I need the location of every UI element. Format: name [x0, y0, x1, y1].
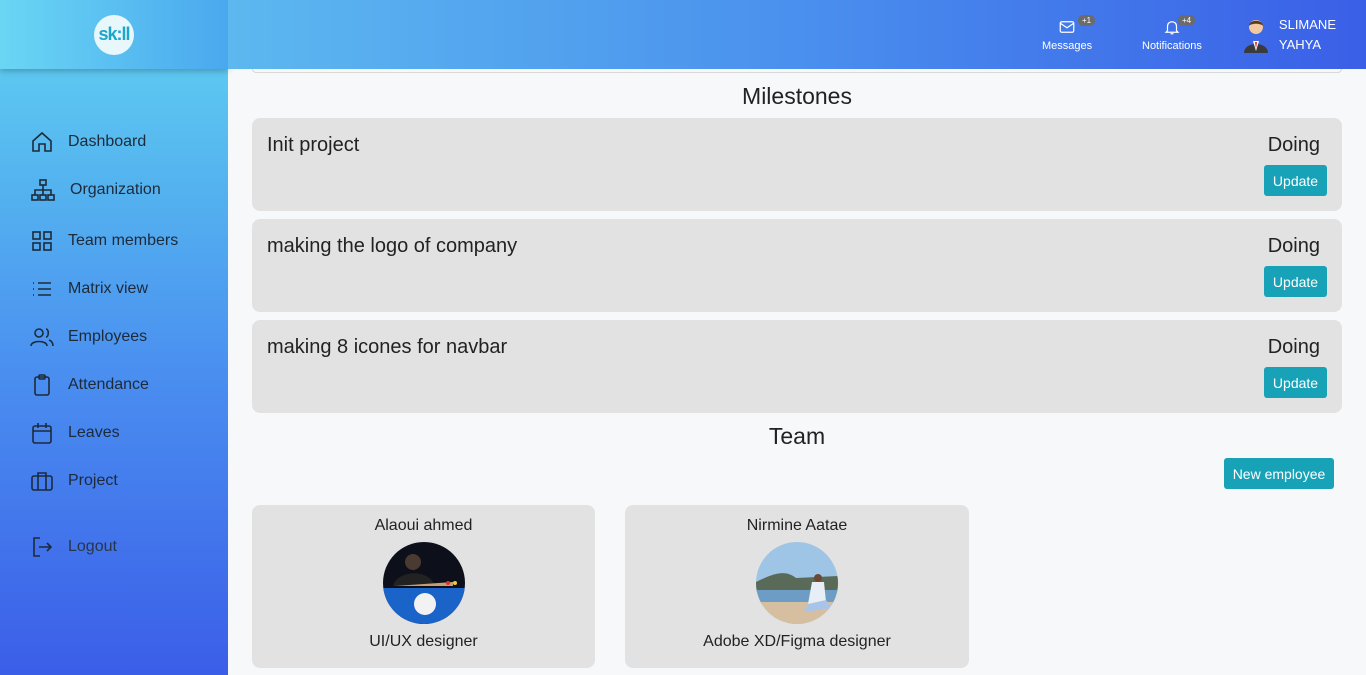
milestone-card: making the logo of company Doing Update — [252, 219, 1342, 312]
sidebar-item-attendance[interactable]: Attendance — [30, 373, 149, 397]
update-button[interactable]: Update — [1264, 367, 1327, 398]
sidebar-item-label: Team members — [68, 232, 179, 249]
member-name: Nirmine Aatae — [746, 517, 848, 534]
org-chart-icon — [31, 179, 55, 201]
team-title: Team — [768, 423, 826, 449]
logout-icon — [33, 537, 53, 557]
sidebar: sk:ll Dashboard Organization Team member… — [0, 0, 228, 675]
notifications-badge: +4 — [1178, 15, 1196, 26]
sidebar-item-logout[interactable]: Logout — [30, 535, 117, 559]
clipboard-icon — [34, 374, 50, 396]
new-employee-button[interactable]: New employee — [1224, 458, 1334, 489]
sidebar-item-employees[interactable]: Employees — [30, 325, 147, 349]
milestone-status: Doing — [1267, 336, 1320, 358]
member-name: Alaoui ahmed — [374, 517, 473, 534]
briefcase-icon — [31, 472, 53, 491]
envelope-icon — [1059, 21, 1075, 33]
milestone-card: making 8 icones for navbar Doing Update — [252, 320, 1342, 413]
top-bar: +1 Messages +4 Notifications SLIMANE YAH… — [228, 0, 1366, 69]
member-photo — [756, 542, 838, 624]
update-button[interactable]: Update — [1264, 266, 1327, 297]
notifications-button[interactable]: +4 Notifications — [1142, 15, 1202, 52]
user-menu[interactable]: SLIMANE YAHYA — [1241, 15, 1336, 55]
sidebar-item-label: Dashboard — [68, 133, 147, 150]
milestone-title: Init project — [267, 134, 360, 156]
users-icon — [30, 328, 54, 347]
messages-badge: +1 — [1078, 15, 1096, 26]
list-icon — [33, 282, 51, 296]
messages-label: Messages — [1042, 40, 1093, 52]
sidebar-item-organization[interactable]: Organization — [30, 178, 161, 202]
team-member-card[interactable]: Alaoui ahmed UI/UX designer — [252, 505, 595, 668]
home-icon — [32, 131, 52, 152]
sidebar-item-label: Leaves — [68, 424, 120, 441]
member-role: UI/UX designer — [369, 633, 478, 650]
milestone-title: making 8 icones for navbar — [267, 336, 508, 358]
messages-button[interactable]: +1 Messages — [1042, 15, 1096, 52]
member-role: Adobe XD/Figma designer — [703, 633, 891, 650]
milestones-title: Milestones — [742, 83, 852, 109]
user-avatar — [1241, 17, 1271, 53]
previous-card-edge — [252, 69, 1342, 73]
milestone-card: Init project Doing Update — [252, 118, 1342, 211]
update-button[interactable]: Update — [1264, 165, 1327, 196]
sidebar-item-team-members[interactable]: Team members — [30, 229, 178, 253]
grid-icon — [32, 231, 52, 251]
milestone-status: Doing — [1267, 235, 1320, 257]
sidebar-item-label: Logout — [68, 538, 117, 555]
milestone-status: Doing — [1267, 134, 1320, 156]
logo-bar: sk:ll — [0, 0, 228, 69]
sidebar-item-label: Organization — [70, 181, 161, 198]
sidebar-item-label: Project — [68, 472, 118, 489]
app-logo[interactable]: sk:ll — [94, 14, 134, 55]
sidebar-item-label: Attendance — [68, 376, 149, 393]
sidebar-item-leaves[interactable]: Leaves — [30, 421, 120, 445]
user-last-name: YAHYA — [1278, 37, 1322, 52]
member-photo — [382, 542, 465, 624]
user-first-name: SLIMANE — [1278, 17, 1336, 32]
team-member-card[interactable]: Nirmine Aatae Adobe XD/Figma designer — [625, 505, 969, 668]
calendar-icon — [32, 423, 52, 444]
sidebar-item-dashboard[interactable]: Dashboard — [30, 130, 146, 154]
sidebar-item-project[interactable]: Project — [30, 469, 118, 493]
sidebar-item-label: Matrix view — [68, 280, 149, 297]
notifications-label: Notifications — [1142, 40, 1202, 52]
sidebar-item-label: Employees — [68, 328, 148, 345]
milestone-title: making the logo of company — [267, 235, 518, 257]
sidebar-item-matrix-view[interactable]: Matrix view — [30, 277, 148, 301]
